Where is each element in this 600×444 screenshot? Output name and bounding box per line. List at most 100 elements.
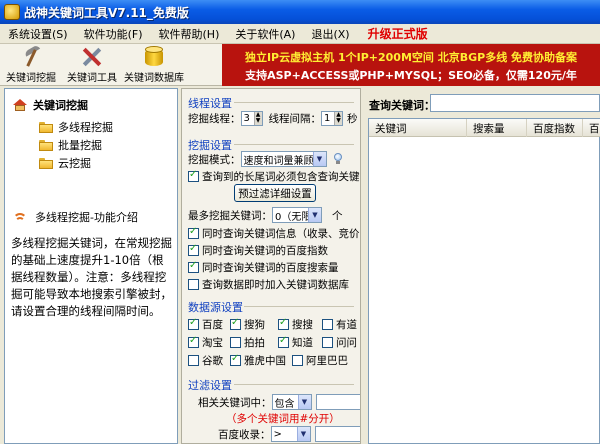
- source-yahoo-checkbox[interactable]: [230, 353, 241, 366]
- source-alibaba: 阿里巴巴: [292, 353, 348, 368]
- baidu-index-operator-select[interactable]: > ▼: [270, 426, 311, 442]
- source-sogou-checkbox[interactable]: [230, 317, 241, 330]
- chevron-down-icon: ▼: [297, 395, 311, 409]
- source-google-checkbox[interactable]: [188, 355, 199, 366]
- source-soso-checkbox[interactable]: [278, 317, 289, 330]
- divider: [234, 102, 354, 103]
- source-label: 雅虎中国: [244, 355, 286, 367]
- max-keywords-select[interactable]: 0（无限 ▼: [272, 207, 322, 223]
- stepper-arrows-icon: ▲ ▼: [253, 112, 262, 125]
- source-yahoo-china: 雅虎中国: [230, 353, 286, 368]
- tree-item-cloud[interactable]: 云挖掘: [39, 155, 91, 171]
- column-truncated[interactable]: 百: [583, 119, 600, 137]
- related-keyword-label: 相关关键词中：: [198, 396, 272, 409]
- keyword-mining-label: 关键词挖掘: [6, 73, 56, 84]
- folder-icon: [39, 121, 53, 133]
- query-keyword-label: 查询关键词：: [369, 99, 435, 112]
- filter-settings-title: 过滤设置: [188, 379, 232, 392]
- column-baidu-index[interactable]: 百度指数: [527, 119, 583, 137]
- related-keyword-row: 相关关键词中： 包含 ▼: [198, 394, 360, 410]
- column-keyword[interactable]: 关键词: [369, 119, 467, 137]
- baidu-index-row: 百度收录： > ▼: [218, 426, 360, 442]
- threads-stepper[interactable]: 3 ▲ ▼: [240, 111, 263, 126]
- menu-exit[interactable]: 退出(X): [303, 26, 357, 42]
- mining-mode-row: 挖掘模式： 速度和词量兼顾 ▼: [188, 151, 343, 167]
- query-search-volume-label: 同时查询关键词的百度搜索量: [202, 262, 339, 274]
- source-youdao-checkbox[interactable]: [322, 319, 333, 330]
- tree-item-label: 多线程挖掘: [58, 121, 113, 134]
- multi-keyword-hint: （多个关键词用#分开）: [226, 413, 340, 425]
- toolbar: 关键词挖掘 关键词工具 关键词数据库 独立IP云虚拟主机 1个IP+200M空间…: [0, 44, 600, 86]
- source-google: 谷歌: [188, 353, 223, 368]
- source-alibaba-checkbox[interactable]: [292, 355, 303, 366]
- prefilter-settings-button[interactable]: 预过滤详细设置: [234, 184, 316, 202]
- menu-about[interactable]: 关于软件(A): [227, 26, 303, 42]
- query-baidu-index-checkbox[interactable]: [188, 243, 199, 256]
- option-row-addtodb: 查询数据即时加入关键词数据库: [188, 277, 349, 292]
- grid-header: 关键词 搜索量 百度指数 百: [369, 119, 600, 137]
- intro-description: 多线程挖掘关键词，在常规挖掘的基础上速度提升1-10倍（根据线程数量）。注意：多…: [11, 236, 172, 318]
- source-taobao-checkbox[interactable]: [188, 335, 199, 348]
- broadcast-icon: [13, 211, 27, 223]
- option-row-info: 同时查询关键词信息（收录、竞价等）: [188, 226, 360, 241]
- tree-item-multithread[interactable]: 多线程挖掘: [39, 119, 113, 135]
- folder-icon: [39, 157, 53, 169]
- source-wenwen-checkbox[interactable]: [322, 337, 333, 348]
- source-label: 谷歌: [202, 355, 223, 367]
- related-keyword-input[interactable]: [315, 394, 360, 410]
- keyword-mining-button[interactable]: 关键词挖掘: [6, 44, 56, 84]
- option-row-index: 同时查询关键词的百度指数: [188, 243, 328, 258]
- source-soso: 搜搜: [278, 317, 313, 332]
- window-title: 战神关键词工具V7.11_免费版: [24, 5, 189, 20]
- column-search-volume[interactable]: 搜索量: [467, 119, 527, 137]
- max-keywords-row: 最多挖掘关键词： 0（无限 ▼ 个: [188, 207, 343, 223]
- query-search-volume-checkbox[interactable]: [188, 260, 199, 273]
- left-nav-panel: 关键词挖掘 多线程挖掘 批量挖掘 云挖掘 多线程挖掘-功能介绍 多线程挖掘关键词…: [4, 88, 178, 444]
- banner-line-1: 独立IP云虚拟主机 1个IP+200M空间 北京BGP多线 免费协助备案: [244, 51, 578, 64]
- hosting-ad-banner[interactable]: 独立IP云虚拟主机 1个IP+200M空间 北京BGP多线 免费协助备案 支持A…: [222, 44, 600, 86]
- keyword-database-label: 关键词数据库: [124, 73, 184, 84]
- source-label: 有道: [336, 319, 357, 331]
- keyword-tools-button[interactable]: 关键词工具: [67, 46, 117, 84]
- query-info-checkbox[interactable]: [188, 226, 199, 239]
- results-grid[interactable]: 关键词 搜索量 百度指数 百: [368, 118, 600, 444]
- add-to-database-checkbox[interactable]: [188, 279, 199, 290]
- app-icon: [4, 4, 20, 20]
- menu-system-settings[interactable]: 系统设置(S): [0, 26, 76, 42]
- source-label: 百度: [202, 319, 223, 331]
- must-contain-row: 查询到的长尾词必须包含查询关键词: [188, 169, 361, 184]
- chevron-down-icon: ▼: [308, 208, 321, 222]
- title-bar: 战神关键词工具V7.11_免费版: [0, 0, 600, 24]
- source-paipai-checkbox[interactable]: [230, 337, 241, 348]
- mining-mode-select[interactable]: 速度和词量兼顾 ▼: [240, 151, 327, 167]
- hint-bulb-icon[interactable]: [333, 153, 343, 165]
- interval-stepper[interactable]: 1 ▲ ▼: [321, 111, 343, 126]
- query-info-label: 同时查询关键词信息（收录、竞价等）: [202, 228, 360, 240]
- must-contain-label: 查询到的长尾词必须包含查询关键词: [202, 171, 361, 183]
- source-wenwen: 问问: [322, 335, 357, 350]
- source-zhidao-checkbox[interactable]: [278, 335, 289, 348]
- chevron-down-icon: ▼: [296, 427, 310, 441]
- database-icon: [145, 46, 163, 67]
- divider: [234, 144, 354, 145]
- tree-item-label: 云挖掘: [58, 157, 91, 170]
- keyword-database-button[interactable]: 关键词数据库: [124, 46, 184, 84]
- source-label: 搜搜: [292, 319, 313, 331]
- tree-item-batch[interactable]: 批量挖掘: [39, 137, 102, 153]
- source-label: 问问: [336, 337, 357, 349]
- stepper-arrows-icon: ▲ ▼: [334, 112, 342, 125]
- menu-software-help[interactable]: 软件帮助(H): [151, 26, 228, 42]
- threads-label: 挖掘线程：: [188, 113, 241, 125]
- source-baidu: 百度: [188, 317, 223, 332]
- source-label: 知道: [292, 337, 313, 349]
- source-baidu-checkbox[interactable]: [188, 317, 199, 330]
- must-contain-checkbox[interactable]: [188, 169, 199, 182]
- menu-bar: 系统设置(S) 软件功能(F) 软件帮助(H) 关于软件(A) 退出(X) 升级…: [0, 24, 600, 44]
- query-keyword-input[interactable]: [430, 94, 600, 112]
- baidu-index-input[interactable]: [314, 426, 360, 442]
- home-icon: [13, 99, 27, 111]
- menu-software-functions[interactable]: 软件功能(F): [76, 26, 151, 42]
- keyword-mining-heading: 关键词挖掘: [13, 97, 88, 113]
- related-match-select[interactable]: 包含 ▼: [271, 394, 312, 410]
- menu-upgrade[interactable]: 升级正式版: [358, 25, 438, 42]
